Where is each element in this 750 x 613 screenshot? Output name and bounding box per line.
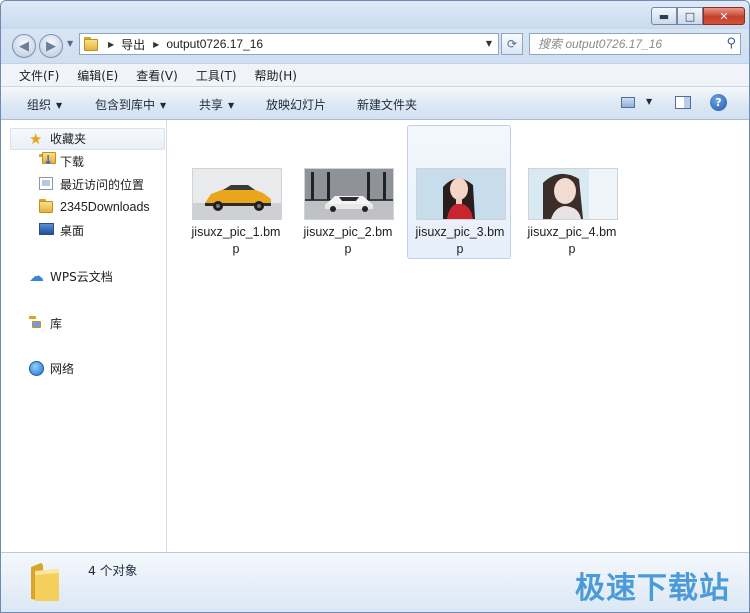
minimize-button[interactable]: ▬ [651, 7, 677, 25]
address-dropdown-icon[interactable]: ▼ [486, 39, 492, 48]
file-item[interactable]: jisuxz_pic_1.bmp [183, 125, 287, 259]
forward-arrow-icon: ▶ [46, 38, 56, 54]
organize-button[interactable]: 组织 ▼ [27, 96, 62, 113]
nav-item-libraries[interactable]: 库 [29, 315, 62, 332]
nav-item-label: 最近访问的位置 [60, 178, 145, 192]
image-thumbnail [528, 168, 618, 220]
menu-edit[interactable]: 编辑(E) [72, 67, 123, 84]
nav-item-label: 2345Downloads [60, 200, 150, 214]
search-input[interactable] [534, 36, 722, 52]
command-bar: 组织 ▼ 包含到库中 ▼ 共享 ▼ 放映幻灯片 新建文件夹 ▼ ? [1, 87, 749, 120]
recent-pages-dropdown[interactable]: ▼ [67, 39, 73, 48]
title-bar[interactable]: ▬ □ ✕ [1, 1, 749, 29]
menu-help[interactable]: 帮助(H) [250, 67, 302, 84]
chevron-down-icon: ▼ [228, 101, 235, 110]
breadcrumb-separator-icon[interactable]: ▶ [108, 40, 114, 49]
change-view-icon[interactable] [621, 97, 635, 108]
image-thumbnail [304, 168, 394, 220]
breadcrumb-separator-icon[interactable]: ▶ [153, 40, 159, 49]
image-thumbnail [192, 168, 282, 220]
white-sports-car-image [305, 169, 393, 219]
new-folder-button[interactable]: 新建文件夹 [357, 96, 417, 113]
menu-bar: 文件(F) 编辑(E) 查看(V) 工具(T) 帮助(H) [1, 63, 749, 87]
chevron-down-icon: ▼ [56, 101, 63, 110]
woman-portrait-image [529, 169, 617, 219]
back-button[interactable]: ◀ [12, 34, 36, 58]
forward-button[interactable]: ▶ [39, 34, 63, 58]
nav-item-favorites[interactable]: ★ 收藏夹 [29, 130, 86, 147]
nav-item-label: WPS云文档 [50, 270, 113, 284]
explorer-window: ▬ □ ✕ ◀ ▶ ▼ ▶ 导出 ▶ output0726.17_16 ▼ ⟳ … [0, 0, 750, 613]
desktop-icon [39, 222, 55, 239]
nav-item-label: 下载 [60, 155, 85, 169]
share-button[interactable]: 共享 ▼ [199, 96, 234, 113]
star-icon: ★ [29, 129, 43, 148]
search-box[interactable]: ⚲ [529, 33, 741, 55]
chevron-down-icon: ▼ [160, 101, 167, 110]
back-arrow-icon: ◀ [19, 38, 29, 54]
nav-item-downloads[interactable]: 下载 [39, 151, 85, 170]
menu-file[interactable]: 文件(F) [14, 67, 64, 84]
nav-item-wps-cloud[interactable]: ☁ WPS云文档 [29, 268, 113, 285]
network-icon [29, 360, 45, 377]
cloud-icon: ☁ [29, 266, 44, 285]
file-item[interactable]: jisuxz_pic_2.bmp [295, 125, 399, 259]
file-item[interactable]: jisuxz_pic_4.bmp [519, 125, 623, 259]
file-name: jisuxz_pic_1.bmp [191, 225, 281, 256]
woman-red-dress-image [417, 169, 505, 219]
folder-icon [39, 199, 55, 215]
file-name: jisuxz_pic_2.bmp [303, 225, 393, 256]
nav-item-2345downloads[interactable]: 2345Downloads [39, 199, 150, 215]
help-icon[interactable]: ? [710, 94, 727, 111]
navigation-pane: ★ 收藏夹 下载 最近访问的位置 2345Downloads 桌面 ☁ WPS云… [1, 120, 167, 552]
recent-places-icon [39, 176, 55, 193]
breadcrumb-item[interactable]: output0726.17_16 [166, 37, 263, 51]
folder-icon [29, 561, 61, 603]
address-bar[interactable]: ▶ 导出 ▶ output0726.17_16 ▼ [79, 33, 499, 55]
preview-pane-icon[interactable] [675, 96, 691, 109]
maximize-button[interactable]: □ [677, 7, 703, 25]
image-thumbnail [416, 168, 506, 220]
slideshow-button[interactable]: 放映幻灯片 [266, 96, 326, 113]
search-icon[interactable]: ⚲ [726, 36, 736, 51]
item-count: 4 个对象 [88, 563, 138, 578]
nav-item-desktop[interactable]: 桌面 [39, 222, 84, 239]
refresh-icon: ⟳ [506, 37, 518, 51]
refresh-button[interactable]: ⟳ [501, 33, 523, 55]
breadcrumb-item[interactable]: 导出 [121, 36, 145, 53]
file-list[interactable]: jisuxz_pic_1.bmp jisuxz_pic_2.bmp jisuxz… [167, 120, 749, 552]
share-label: 共享 [199, 98, 224, 112]
include-in-library-button[interactable]: 包含到库中 ▼ [95, 96, 166, 113]
address-row: ◀ ▶ ▼ ▶ 导出 ▶ output0726.17_16 ▼ ⟳ ⚲ [1, 29, 749, 63]
menu-view[interactable]: 查看(V) [131, 67, 183, 84]
nav-item-label: 网络 [50, 362, 75, 376]
folder-icon [84, 37, 100, 51]
file-name: jisuxz_pic_4.bmp [527, 225, 617, 256]
nav-item-network[interactable]: 网络 [29, 360, 74, 377]
watermark-text: 极速下载站 [575, 571, 730, 606]
view-options-dropdown[interactable]: ▼ [646, 97, 652, 106]
close-button[interactable]: ✕ [703, 7, 745, 25]
include-in-library-label: 包含到库中 [95, 98, 156, 112]
file-name: jisuxz_pic_3.bmp [415, 225, 505, 256]
window-controls: ▬ □ ✕ [651, 7, 745, 25]
yellow-suv-image [193, 169, 281, 219]
organize-label: 组织 [27, 98, 52, 112]
nav-item-label: 收藏夹 [50, 132, 87, 146]
details-pane: 4 个对象 极速下载站 [1, 552, 749, 612]
nav-item-recent-places[interactable]: 最近访问的位置 [39, 176, 144, 193]
nav-item-label: 库 [50, 317, 63, 331]
downloads-folder-icon [39, 151, 56, 170]
library-icon [29, 315, 45, 332]
nav-item-label: 桌面 [60, 224, 85, 238]
menu-tools[interactable]: 工具(T) [191, 67, 242, 84]
file-item[interactable]: jisuxz_pic_3.bmp [407, 125, 511, 259]
